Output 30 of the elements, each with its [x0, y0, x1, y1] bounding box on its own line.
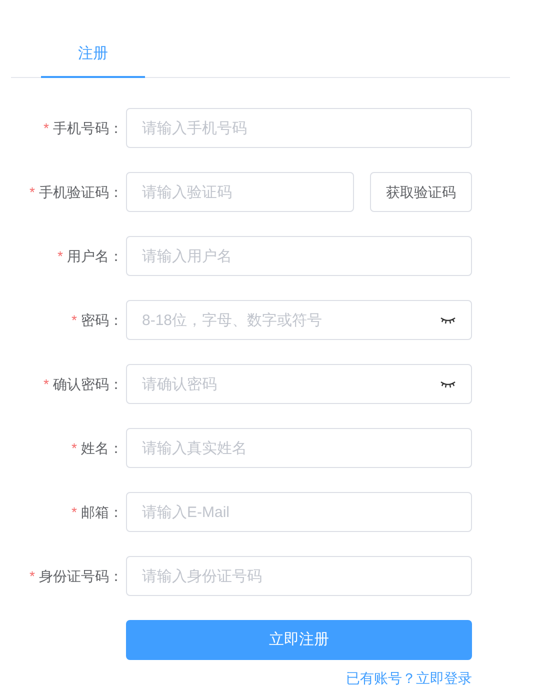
- required-asterisk: *: [58, 246, 63, 266]
- input-field[interactable]: 请输入用户名: [126, 236, 472, 276]
- required-asterisk: *: [30, 182, 35, 202]
- input-field[interactable]: 请输入手机号码: [126, 108, 472, 148]
- required-asterisk: *: [72, 502, 77, 522]
- get-code-button[interactable]: 获取验证码: [370, 172, 472, 212]
- register-tab[interactable]: 注册: [41, 33, 145, 78]
- input-field[interactable]: 请输入真实姓名: [126, 428, 472, 468]
- closed-eye-icon[interactable]: [440, 316, 456, 324]
- required-asterisk: *: [72, 310, 77, 330]
- field-label: 身份证号码：: [39, 566, 123, 586]
- password-field[interactable]: 8-18位，字母、数字或符号: [126, 300, 472, 340]
- required-asterisk: *: [72, 438, 77, 458]
- register-button[interactable]: 立即注册: [126, 620, 472, 660]
- closed-eye-icon[interactable]: [440, 380, 456, 388]
- field-label: 姓名：: [81, 438, 123, 458]
- required-asterisk: *: [30, 566, 35, 586]
- required-asterisk: *: [44, 374, 49, 394]
- login-link[interactable]: 已有账号？立即登录: [346, 668, 472, 689]
- required-asterisk: *: [44, 118, 49, 138]
- field-label: 确认密码：: [53, 374, 123, 394]
- field-label: 用户名：: [67, 246, 123, 266]
- field-label: 密码：: [81, 310, 123, 330]
- password-field[interactable]: 请确认密码: [126, 364, 472, 404]
- field-label: 邮箱：: [81, 502, 123, 522]
- field-label: 手机验证码：: [39, 182, 123, 202]
- input-field[interactable]: 请输入E-Mail: [126, 492, 472, 532]
- input-field[interactable]: 请输入验证码: [126, 172, 354, 212]
- field-label: 手机号码：: [53, 118, 123, 138]
- input-field[interactable]: 请输入身份证号码: [126, 556, 472, 596]
